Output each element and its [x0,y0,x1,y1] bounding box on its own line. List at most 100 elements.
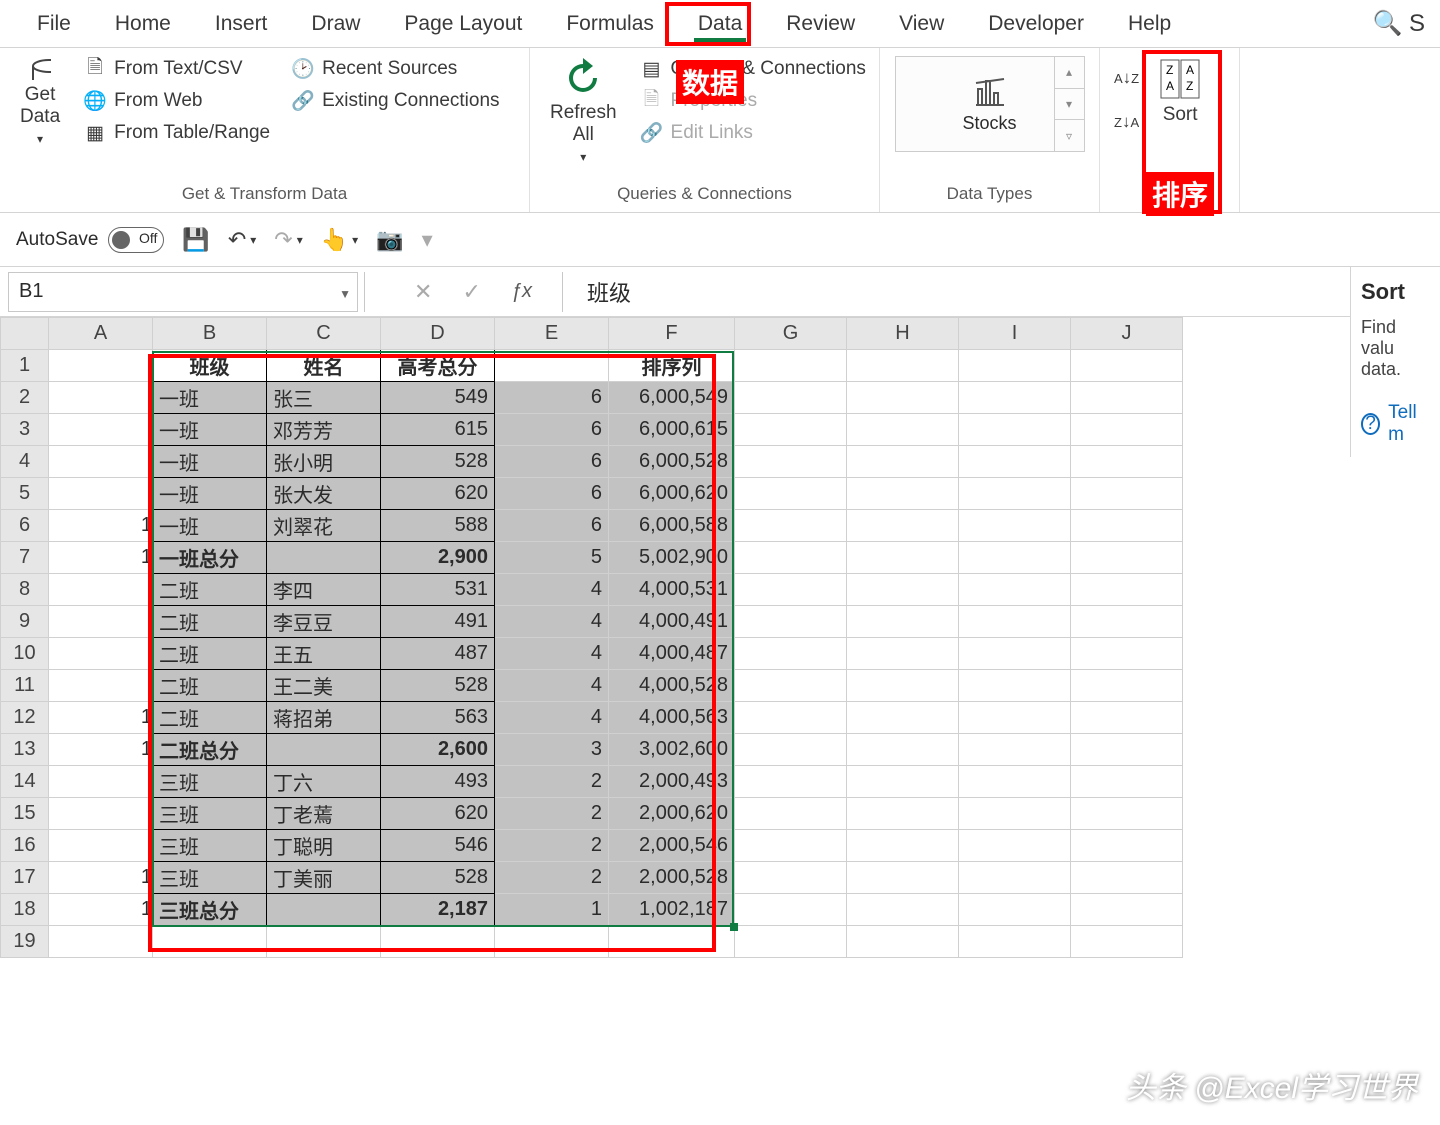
cell-C3[interactable]: 邓芳芳 [267,414,381,446]
cell-D1[interactable]: 高考总分 [381,350,495,382]
cell-E3[interactable]: 6 [495,414,609,446]
cell-A15[interactable] [49,798,153,830]
row-header-11[interactable]: 11 [1,670,49,702]
row-header-18[interactable]: 18 [1,894,49,926]
row-header-3[interactable]: 3 [1,414,49,446]
cell-A2[interactable] [49,382,153,414]
cell-G15[interactable] [735,798,847,830]
cell-J17[interactable] [1071,862,1183,894]
cell-B14[interactable]: 三班 [153,766,267,798]
cell-H14[interactable] [847,766,959,798]
spreadsheet-grid[interactable]: ABCDEFGHIJ1班级姓名高考总分排序列2一班张三54966,000,549… [0,317,1440,958]
cell-B8[interactable]: 二班 [153,574,267,606]
cell-E18[interactable]: 1 [495,894,609,926]
autosave-toggle[interactable]: AutoSave Off [16,227,164,253]
cell-H12[interactable] [847,702,959,734]
cell-F3[interactable]: 6,000,615 [609,414,735,446]
cell-H19[interactable] [847,926,959,958]
cell-A7[interactable]: 1 [49,542,153,574]
row-header-5[interactable]: 5 [1,478,49,510]
cell-C19[interactable] [267,926,381,958]
select-all-corner[interactable] [1,318,49,350]
cell-A10[interactable] [49,638,153,670]
undo-button[interactable]: ↶ ▾ [228,227,256,253]
cell-I5[interactable] [959,478,1071,510]
enter-formula-button[interactable]: ✓ [462,279,480,305]
cell-B9[interactable]: 二班 [153,606,267,638]
cell-E11[interactable]: 4 [495,670,609,702]
cell-C15[interactable]: 丁老蔫 [267,798,381,830]
cell-G16[interactable] [735,830,847,862]
cell-J16[interactable] [1071,830,1183,862]
cell-E15[interactable]: 2 [495,798,609,830]
cell-J13[interactable] [1071,734,1183,766]
from-web-button[interactable]: 🌐From Web [80,88,274,114]
cell-H7[interactable] [847,542,959,574]
cell-F16[interactable]: 2,000,546 [609,830,735,862]
cell-C1[interactable]: 姓名 [267,350,381,382]
cell-H17[interactable] [847,862,959,894]
cell-C12[interactable]: 蒋招弟 [267,702,381,734]
cell-A1[interactable] [49,350,153,382]
cell-E17[interactable]: 2 [495,862,609,894]
cell-A8[interactable] [49,574,153,606]
tab-page-layout[interactable]: Page Layout [382,2,544,46]
cell-H18[interactable] [847,894,959,926]
cell-A4[interactable] [49,446,153,478]
cell-B19[interactable] [153,926,267,958]
cell-A18[interactable]: 1 [49,894,153,926]
cell-I1[interactable] [959,350,1071,382]
cell-G11[interactable] [735,670,847,702]
cell-G2[interactable] [735,382,847,414]
cell-E10[interactable]: 4 [495,638,609,670]
cell-C7[interactable] [267,542,381,574]
cell-G7[interactable] [735,542,847,574]
cell-D17[interactable]: 528 [381,862,495,894]
cell-E5[interactable]: 6 [495,478,609,510]
cell-B5[interactable]: 一班 [153,478,267,510]
cell-F10[interactable]: 4,000,487 [609,638,735,670]
cell-A3[interactable] [49,414,153,446]
cell-G12[interactable] [735,702,847,734]
cell-J15[interactable] [1071,798,1183,830]
cell-E14[interactable]: 2 [495,766,609,798]
stocks-data-type[interactable]: Stocks ▴▾▿ [895,56,1085,152]
formula-input[interactable]: 班级 [562,272,1440,312]
cell-C4[interactable]: 张小明 [267,446,381,478]
col-header-C[interactable]: C [267,318,381,350]
cell-A6[interactable]: 1 [49,510,153,542]
row-header-10[interactable]: 10 [1,638,49,670]
tab-draw[interactable]: Draw [289,2,382,46]
row-header-6[interactable]: 6 [1,510,49,542]
properties-button[interactable]: 🗎Properties [637,88,870,114]
cell-A16[interactable] [49,830,153,862]
name-box[interactable]: B1▼ [8,272,358,312]
cell-B10[interactable]: 二班 [153,638,267,670]
cell-D4[interactable]: 528 [381,446,495,478]
col-header-E[interactable]: E [495,318,609,350]
cell-A12[interactable]: 1 [49,702,153,734]
camera-button[interactable]: 📷 [376,227,403,253]
cell-E12[interactable]: 4 [495,702,609,734]
cell-B13[interactable]: 二班总分 [153,734,267,766]
tab-home[interactable]: Home [93,2,193,46]
cell-F6[interactable]: 6,000,588 [609,510,735,542]
tab-view[interactable]: View [877,2,966,46]
cell-D8[interactable]: 531 [381,574,495,606]
cell-H16[interactable] [847,830,959,862]
cell-A17[interactable]: 1 [49,862,153,894]
cell-H11[interactable] [847,670,959,702]
cell-H2[interactable] [847,382,959,414]
cell-J6[interactable] [1071,510,1183,542]
cell-J12[interactable] [1071,702,1183,734]
cell-I11[interactable] [959,670,1071,702]
sort-az-button[interactable]: A↓Z [1114,68,1139,88]
cell-J5[interactable] [1071,478,1183,510]
cell-A9[interactable] [49,606,153,638]
cell-I13[interactable] [959,734,1071,766]
cell-C16[interactable]: 丁聪明 [267,830,381,862]
cell-F7[interactable]: 5,002,900 [609,542,735,574]
cell-D10[interactable]: 487 [381,638,495,670]
cell-J11[interactable] [1071,670,1183,702]
cell-D14[interactable]: 493 [381,766,495,798]
